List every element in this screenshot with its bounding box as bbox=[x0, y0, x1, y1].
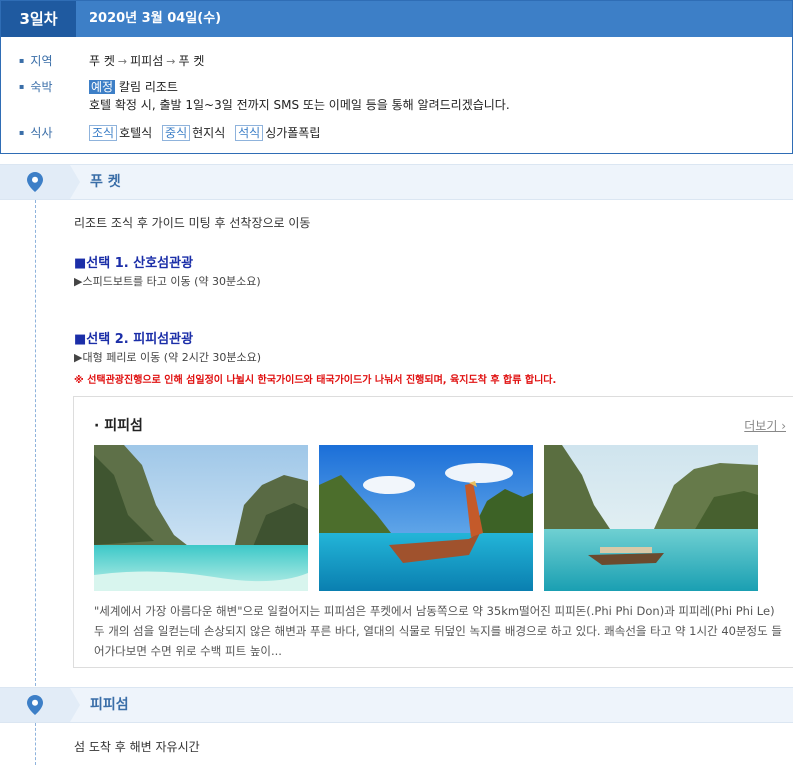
meal-lunch: 현지식 bbox=[192, 126, 226, 140]
photo-longtail-boat-bow[interactable] bbox=[319, 445, 533, 591]
place-name: 푸 켓 bbox=[90, 174, 121, 190]
schedule-intro: 리조트 조식 후 가이드 미팅 후 선착장으로 이동 bbox=[74, 216, 311, 230]
meal-tag-lunch: 중식 bbox=[162, 125, 191, 141]
meal-dinner: 싱가폴폭립 bbox=[265, 126, 321, 140]
lodging-label: 숙박 bbox=[19, 78, 52, 95]
after-arrival-text: 섬 도착 후 해변 자유시간 bbox=[74, 740, 200, 754]
photo-image bbox=[544, 445, 758, 591]
photo-image bbox=[319, 445, 533, 591]
region-stop: 푸 켓 bbox=[178, 54, 205, 68]
timeline-line bbox=[35, 723, 36, 765]
card-title: · 피피섬 bbox=[94, 418, 143, 434]
photo-phiphi-cliffs[interactable] bbox=[94, 445, 308, 591]
day-label: 3일차 bbox=[1, 1, 76, 37]
meal-label: 식사 bbox=[19, 124, 52, 141]
photo-image bbox=[94, 445, 308, 591]
lodging-status-badge: 예정 bbox=[89, 80, 116, 94]
region-stop: 피피섬 bbox=[130, 54, 164, 68]
more-link[interactable]: 더보기 › bbox=[744, 417, 786, 434]
photo-longtail-boat-lagoon[interactable] bbox=[544, 445, 758, 591]
meal-breakfast: 호텔식 bbox=[119, 126, 153, 140]
selection-warning: ※ 선택관광진행으로 인해 섬일정이 나뉠시 한국가이드와 태국가이드가 나눠서… bbox=[74, 375, 557, 386]
card-description: "세계에서 가장 아름다운 해변"으로 일컬어지는 피피섬은 푸켓에서 남동쪽으… bbox=[94, 604, 782, 658]
place-header-phiphi: 피피섬 bbox=[0, 687, 793, 723]
location-pin-icon bbox=[27, 695, 43, 715]
option-2-desc: ▶대형 페리로 이동 (약 2시간 30분소요) bbox=[74, 351, 262, 364]
timeline-line bbox=[35, 200, 36, 686]
place-pin bbox=[0, 688, 80, 722]
arrow-right-icon: → bbox=[166, 55, 176, 68]
meal-value: 조식 호텔식 중식 현지식 석식 싱가폴폭립 bbox=[89, 124, 320, 142]
option-2-title: ■선택 2. 피피섬관광 bbox=[74, 332, 194, 347]
region-label: 지역 bbox=[19, 52, 52, 69]
region-stop: 푸 켓 bbox=[89, 54, 115, 68]
day-date: 2020년 3월 04일(수) bbox=[89, 11, 222, 26]
option-1-desc: ▶스피드보트를 타고 이동 (약 30분소요) bbox=[74, 275, 261, 288]
lodging-name: 칼림 리조트 bbox=[118, 80, 178, 94]
option-1-title: ■선택 1. 산호섬관광 bbox=[74, 256, 194, 271]
meal-tag-breakfast: 조식 bbox=[89, 125, 118, 141]
region-value: 푸 켓 → 피피섬 → 푸 켓 bbox=[89, 52, 204, 71]
arrow-right-icon: → bbox=[117, 55, 128, 68]
location-pin-icon bbox=[27, 172, 43, 192]
day-summary-box: 3일차 2020년 3월 04일(수) 지역 푸 켓→피피섬→푸 켓 숙박 예정… bbox=[0, 0, 793, 154]
lodging-note: 호텔 확정 시, 출발 1일~3일 전까지 SMS 또는 이메일 등을 통해 알… bbox=[89, 98, 510, 112]
place-header-phuket: 푸 켓 bbox=[0, 164, 793, 200]
meal-tag-dinner: 석식 bbox=[235, 125, 264, 141]
place-pin bbox=[0, 165, 80, 199]
day-header: 3일차 2020년 3월 04일(수) bbox=[1, 1, 792, 37]
lodging-value: 예정 칼림 리조트 호텔 확정 시, 출발 1일~3일 전까지 SMS 또는 이… bbox=[89, 78, 510, 114]
place-name: 피피섬 bbox=[90, 697, 129, 713]
place-info-card: · 피피섬 더보기 › "세계에서 가장 아름다운 해변"으로 일컬어지는 피피… bbox=[73, 396, 793, 668]
